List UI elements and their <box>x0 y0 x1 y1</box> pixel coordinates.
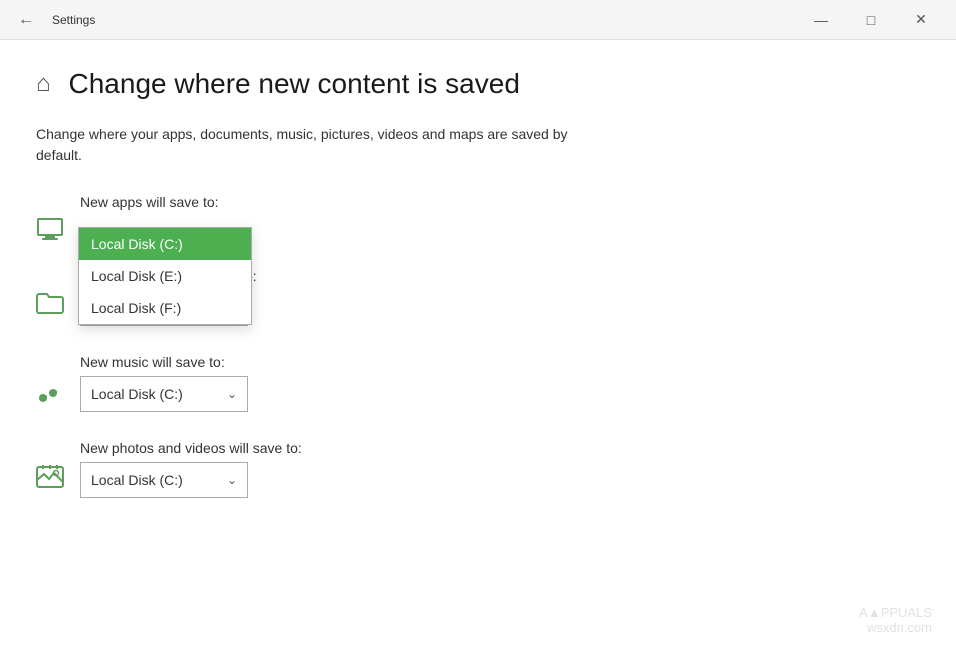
music-chevron-icon: ⌄ <box>227 387 237 401</box>
maximize-button[interactable]: □ <box>848 5 894 35</box>
section-apps: New apps will save to: Local Disk (C:) L… <box>36 194 920 240</box>
music-dropdown-btn[interactable]: Local Disk (C:) ⌄ <box>80 376 248 412</box>
content-area: ⌂ Change where new content is saved Chan… <box>0 40 956 659</box>
music-label: New music will save to: <box>80 354 920 370</box>
apps-option-e[interactable]: Local Disk (E:) <box>79 260 251 292</box>
page-description: Change where your apps, documents, music… <box>36 124 596 166</box>
close-button[interactable]: ✕ <box>898 5 944 35</box>
titlebar: ← Settings — □ ✕ <box>0 0 956 40</box>
section-music: New music will save to: Local Disk (C:) … <box>36 354 920 412</box>
music-dropdown[interactable]: Local Disk (C:) ⌄ <box>80 376 248 412</box>
section-photos: New photos and videos will save to: Loca… <box>36 440 920 498</box>
photos-label: New photos and videos will save to: <box>80 440 920 456</box>
photos-selected-value: Local Disk (C:) <box>91 472 183 488</box>
photos-dropdown-btn[interactable]: Local Disk (C:) ⌄ <box>80 462 248 498</box>
folder-icon <box>36 292 64 314</box>
photos-section-content: New photos and videos will save to: Loca… <box>80 440 920 498</box>
watermark-url: wsxdn.com <box>859 620 932 635</box>
watermark: A▲PPUALS wsxdn.com <box>859 605 932 635</box>
music-icon <box>36 378 64 404</box>
home-icon: ⌂ <box>36 70 51 98</box>
back-button[interactable]: ← <box>12 6 40 34</box>
apps-dropdown-menu: Local Disk (C:) Local Disk (E:) Local Di… <box>78 227 252 325</box>
photos-dropdown[interactable]: Local Disk (C:) ⌄ <box>80 462 248 498</box>
titlebar-title: Settings <box>52 13 95 27</box>
minimize-button[interactable]: — <box>798 5 844 35</box>
music-selected-value: Local Disk (C:) <box>91 386 183 402</box>
page-header: ⌂ Change where new content is saved <box>36 68 920 100</box>
apps-section-content: New apps will save to: Local Disk (C:) L… <box>80 194 920 234</box>
main-panel: ⌂ Change where new content is saved Chan… <box>0 40 956 659</box>
apps-label: New apps will save to: <box>80 194 920 210</box>
photos-chevron-icon: ⌄ <box>227 473 237 487</box>
music-section-content: New music will save to: Local Disk (C:) … <box>80 354 920 412</box>
monitor-icon <box>36 218 64 240</box>
apps-option-f[interactable]: Local Disk (F:) <box>79 292 251 324</box>
watermark-brand: A▲PPUALS <box>859 605 932 620</box>
titlebar-left: ← Settings <box>12 6 95 34</box>
apps-option-c[interactable]: Local Disk (C:) <box>79 228 251 260</box>
titlebar-controls: — □ ✕ <box>798 5 944 35</box>
page-title: Change where new content is saved <box>69 68 520 100</box>
photo-icon <box>36 464 64 488</box>
